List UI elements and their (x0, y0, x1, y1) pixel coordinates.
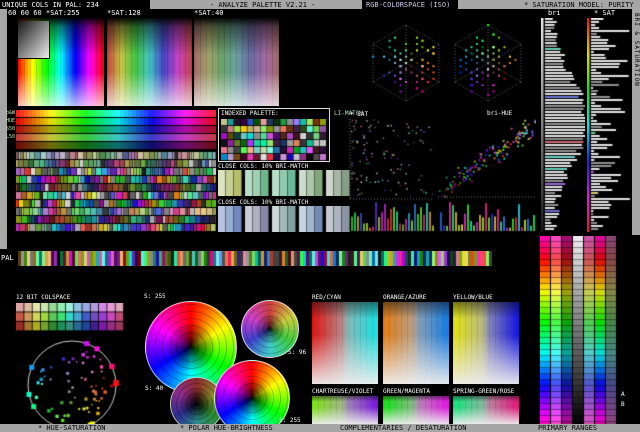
footer-primary-ranges: PRIMARY RANGES (538, 424, 598, 432)
comp-label-chartreuse-violet: CHARTREUSE/VIOLET (312, 388, 374, 395)
hue-sat-map-40 (194, 18, 279, 106)
bar-letter-b: B (621, 401, 625, 408)
comp-label-red-cyan: RED/CYAN (312, 294, 341, 301)
close-cols-canvas-1 (218, 170, 350, 196)
bri-histogram-label: bri (548, 9, 561, 17)
wheel-label-96: S: 96 (288, 349, 307, 356)
bri-histogram-canvas (541, 18, 585, 232)
map-c-label: *SAT:40 (194, 9, 224, 17)
saturation-model-label: * SATURATION MODEL: PURITY (524, 1, 634, 9)
hue-sat-map-128 (107, 18, 192, 106)
brihue-scatter-canvas (438, 119, 536, 232)
primary-bars-canvas (540, 236, 618, 424)
gray-ramp-block (18, 21, 50, 59)
close-cols-label-1: CLOSE COLS: 10% BRI-MATCH (218, 163, 309, 170)
wheel-label-255: S: 255 (144, 293, 166, 300)
sat-scatter-label: * SAT (350, 111, 369, 118)
bar-letter-a: A (621, 391, 625, 398)
right-side-strip: BRI & SATURATION (632, 9, 640, 235)
unique-cols-label: UNIQUE COLS IN PAL: 234 (2, 1, 99, 9)
wheel-label-40: S: 40 (145, 385, 164, 392)
colspace-12bit-label: 12 BIT COLSPACE (16, 294, 71, 301)
sat-scatter-canvas (346, 119, 436, 232)
indexed-palette-box: INDEXED PALETTE: (218, 108, 330, 162)
close-cols-canvas-2 (218, 206, 350, 232)
comp-square (453, 302, 519, 384)
indexed-palette-canvas[interactable] (221, 119, 327, 161)
close-cols-label-2: CLOSE COLS: 10% BRI-MATCH (218, 199, 309, 206)
analyze-palette-screen: UNIQUE COLS IN PAL: 234 - ANALYZE PALETT… (0, 0, 640, 432)
app-title: - ANALYZE PALETTE V2.21 - (210, 1, 316, 9)
palette-strips-canvas (16, 110, 216, 232)
hue-sat-map-255 (18, 18, 104, 106)
comp-square (312, 302, 378, 384)
sat-histogram-canvas (587, 18, 631, 232)
comp-square (383, 302, 449, 384)
comp-label-orange-azure: ORANGE/AZURE (383, 294, 427, 301)
comp-label-springgreen-rose: SPRING-GREEN/ROSE (453, 388, 515, 395)
bri-saturation-vertical-label: BRI & SATURATION (633, 13, 640, 87)
footer-hue-saturation: * HUE-SATURATION (38, 424, 106, 432)
strip-row-label-hue: HUE (6, 118, 16, 124)
grid12-canvas (16, 303, 124, 331)
footer-polar: * POLAR HUE-BRIGHTNESS (180, 424, 273, 432)
bri-hue-label: bri-HUE (487, 110, 513, 117)
strip-row-label-l50: L50 (6, 134, 16, 140)
strip-row-label-bw: b&W (6, 110, 16, 116)
huesat-circle-canvas (14, 336, 130, 424)
map-b-label: *SAT:128 (107, 9, 141, 17)
comp-label-yellow-blue: YELLOW/BLUE (453, 294, 493, 301)
rgb-cubes-canvas (362, 17, 534, 109)
indexed-palette-title: INDEXED PALETTE: (221, 110, 279, 117)
sat-histogram-label: * SAT (594, 9, 616, 17)
pal-strip-canvas[interactable] (18, 251, 494, 266)
comp-square (383, 396, 449, 424)
comp-square (453, 396, 519, 424)
pal-label: PAL (1, 254, 14, 262)
strip-row-label-s50: S50 (6, 126, 16, 132)
colorspace-header-label: RGB-COLORSPACE (ISO) (366, 1, 451, 9)
map-a-label: 60 60 60 *SAT:255 (8, 9, 80, 17)
footer-complementaries: COMPLEMENTARIES / DESATURATION (340, 424, 467, 432)
comp-label-green-magenta: GREEN/MAGENTA (383, 388, 430, 395)
comp-square (312, 396, 378, 424)
wheel-label-255b: S: 255 (279, 417, 301, 424)
